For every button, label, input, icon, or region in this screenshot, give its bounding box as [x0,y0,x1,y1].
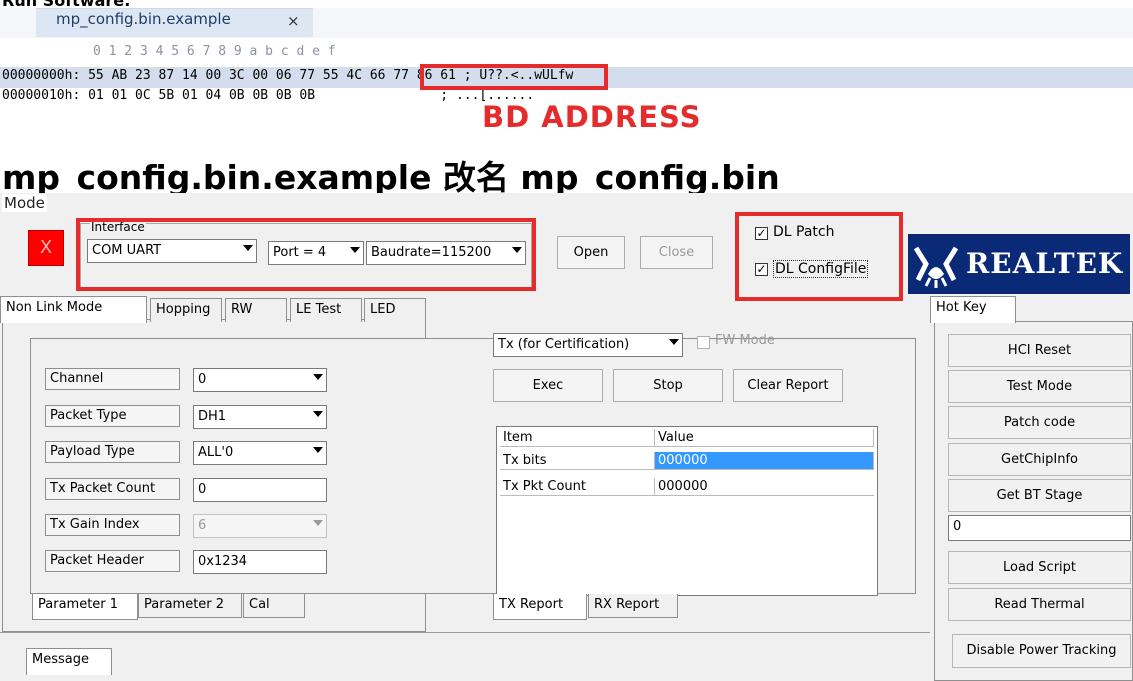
mode-group-label: Mode [2,194,47,212]
payload-type-label: Payload Type [45,441,180,463]
connection-status-icon: X [28,230,64,266]
tab-hopping[interactable]: Hopping [150,298,222,322]
chevron-down-icon [313,520,323,526]
realtek-logo-text: REALTEK [966,247,1124,280]
patch-code-button[interactable]: Patch code [948,406,1131,439]
tab-led[interactable]: LED [364,298,426,322]
packet-header-label: Packet Header [45,550,180,572]
table-row-item[interactable]: Tx bits [500,452,655,470]
tab-non-link-mode[interactable]: Non Link Mode [0,296,147,323]
bd-address-annotation: BD ADDRESS [482,100,702,134]
fw-mode-checkbox[interactable] [697,336,710,349]
tx-mode-select[interactable]: Tx (for Certification) [493,333,683,357]
channel-select-value: 0 [198,372,207,387]
packet-type-label: Packet Type [45,405,180,427]
table-header-item[interactable]: Item [500,429,655,447]
tx-mode-select-value: Tx (for Certification) [498,337,630,352]
fw-mode-label: FW Mode [715,333,775,348]
hex-column-ruler: 0 1 2 3 4 5 6 7 8 9 a b c d e f [93,44,336,59]
close-button[interactable]: Close [640,236,713,269]
file-tab-label[interactable]: mp_config.bin.example [56,10,231,28]
tab-le-test[interactable]: LE Test [290,298,362,322]
tab-parameter-1[interactable]: Parameter 1 [32,594,138,620]
packet-type-select-value: DH1 [198,409,227,424]
chevron-down-icon [313,411,323,417]
tab-parameter-2[interactable]: Parameter 2 [138,594,242,618]
payload-type-select-value: ALL'0 [198,445,234,460]
rename-caption: mp_config.bin.example 改名 mp_config.bin [2,158,780,197]
read-thermal-button[interactable]: Read Thermal [948,588,1131,621]
tx-packet-count-label: Tx Packet Count [45,478,180,500]
chevron-down-icon [313,447,323,453]
packet-type-select[interactable]: DH1 [193,405,327,429]
payload-type-select[interactable]: ALL'0 [193,441,327,465]
tab-tx-report[interactable]: TX Report [493,594,587,620]
tx-gain-index-label: Tx Gain Index [45,514,180,536]
get-bt-stage-button[interactable]: Get BT Stage [948,479,1131,512]
bd-address-highlight-box [420,64,608,90]
open-button[interactable]: Open [557,236,625,269]
tab-rw[interactable]: RW [225,298,287,322]
hci-reset-button[interactable]: HCI Reset [948,334,1131,367]
tab-rx-report[interactable]: RX Report [588,594,678,618]
stop-button[interactable]: Stop [613,369,723,402]
close-tab-icon[interactable]: × [287,12,300,30]
test-mode-button[interactable]: Test Mode [948,370,1131,403]
channel-label: Channel [45,368,180,390]
disable-power-tracking-button[interactable]: Disable Power Tracking [952,634,1131,668]
exec-button[interactable]: Exec [493,369,603,402]
get-chip-info-button[interactable]: GetChipInfo [948,443,1131,476]
clear-report-button[interactable]: Clear Report [733,369,843,402]
bt-stage-input[interactable]: 0 [948,515,1131,541]
load-script-button[interactable]: Load Script [948,551,1131,584]
channel-select[interactable]: 0 [193,368,327,392]
interface-highlight-box [76,218,536,291]
tx-gain-index-select-value: 6 [198,518,207,533]
table-row-item[interactable]: Tx Pkt Count [500,478,655,496]
chevron-down-icon [669,339,679,345]
tx-packet-count-input[interactable]: 0 [193,478,327,502]
tab-hot-key[interactable]: Hot Key [930,296,1016,323]
table-row-value[interactable]: 000000 [655,452,874,470]
tx-gain-index-select[interactable]: 6 [193,514,327,538]
divider [0,632,930,633]
table-row-value[interactable]: 000000 [655,478,874,496]
tab-cal[interactable]: Cal [243,594,305,618]
table-header-value[interactable]: Value [655,429,874,447]
realtek-crab-icon [913,246,959,288]
hex-line-2[interactable]: 00000010h: 01 01 0C 5B 01 04 0B 0B 0B 0B… [2,88,534,103]
chevron-down-icon [313,374,323,380]
packet-header-input[interactable]: 0x1234 [193,550,327,574]
tab-message[interactable]: Message [26,648,112,675]
download-options-highlight-box [735,212,903,301]
